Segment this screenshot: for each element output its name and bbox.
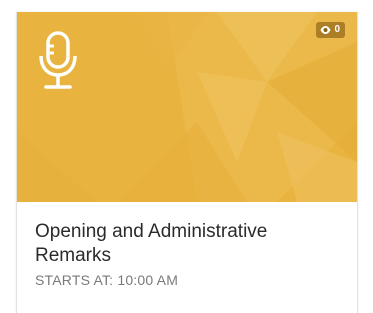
eye-icon [320,26,331,34]
microphone-icon [39,31,77,89]
view-count: 0 [334,24,340,35]
session-banner[interactable]: 0 [17,12,357,202]
session-details: Opening and Administrative Remarks START… [35,220,345,289]
session-card[interactable]: 0 Opening and Administrative Remarks STA… [16,12,358,313]
view-count-badge: 0 [316,22,345,38]
session-start-time: STARTS AT: 10:00 AM [35,272,179,288]
session-title[interactable]: Opening and Administrative Remarks [35,220,345,268]
